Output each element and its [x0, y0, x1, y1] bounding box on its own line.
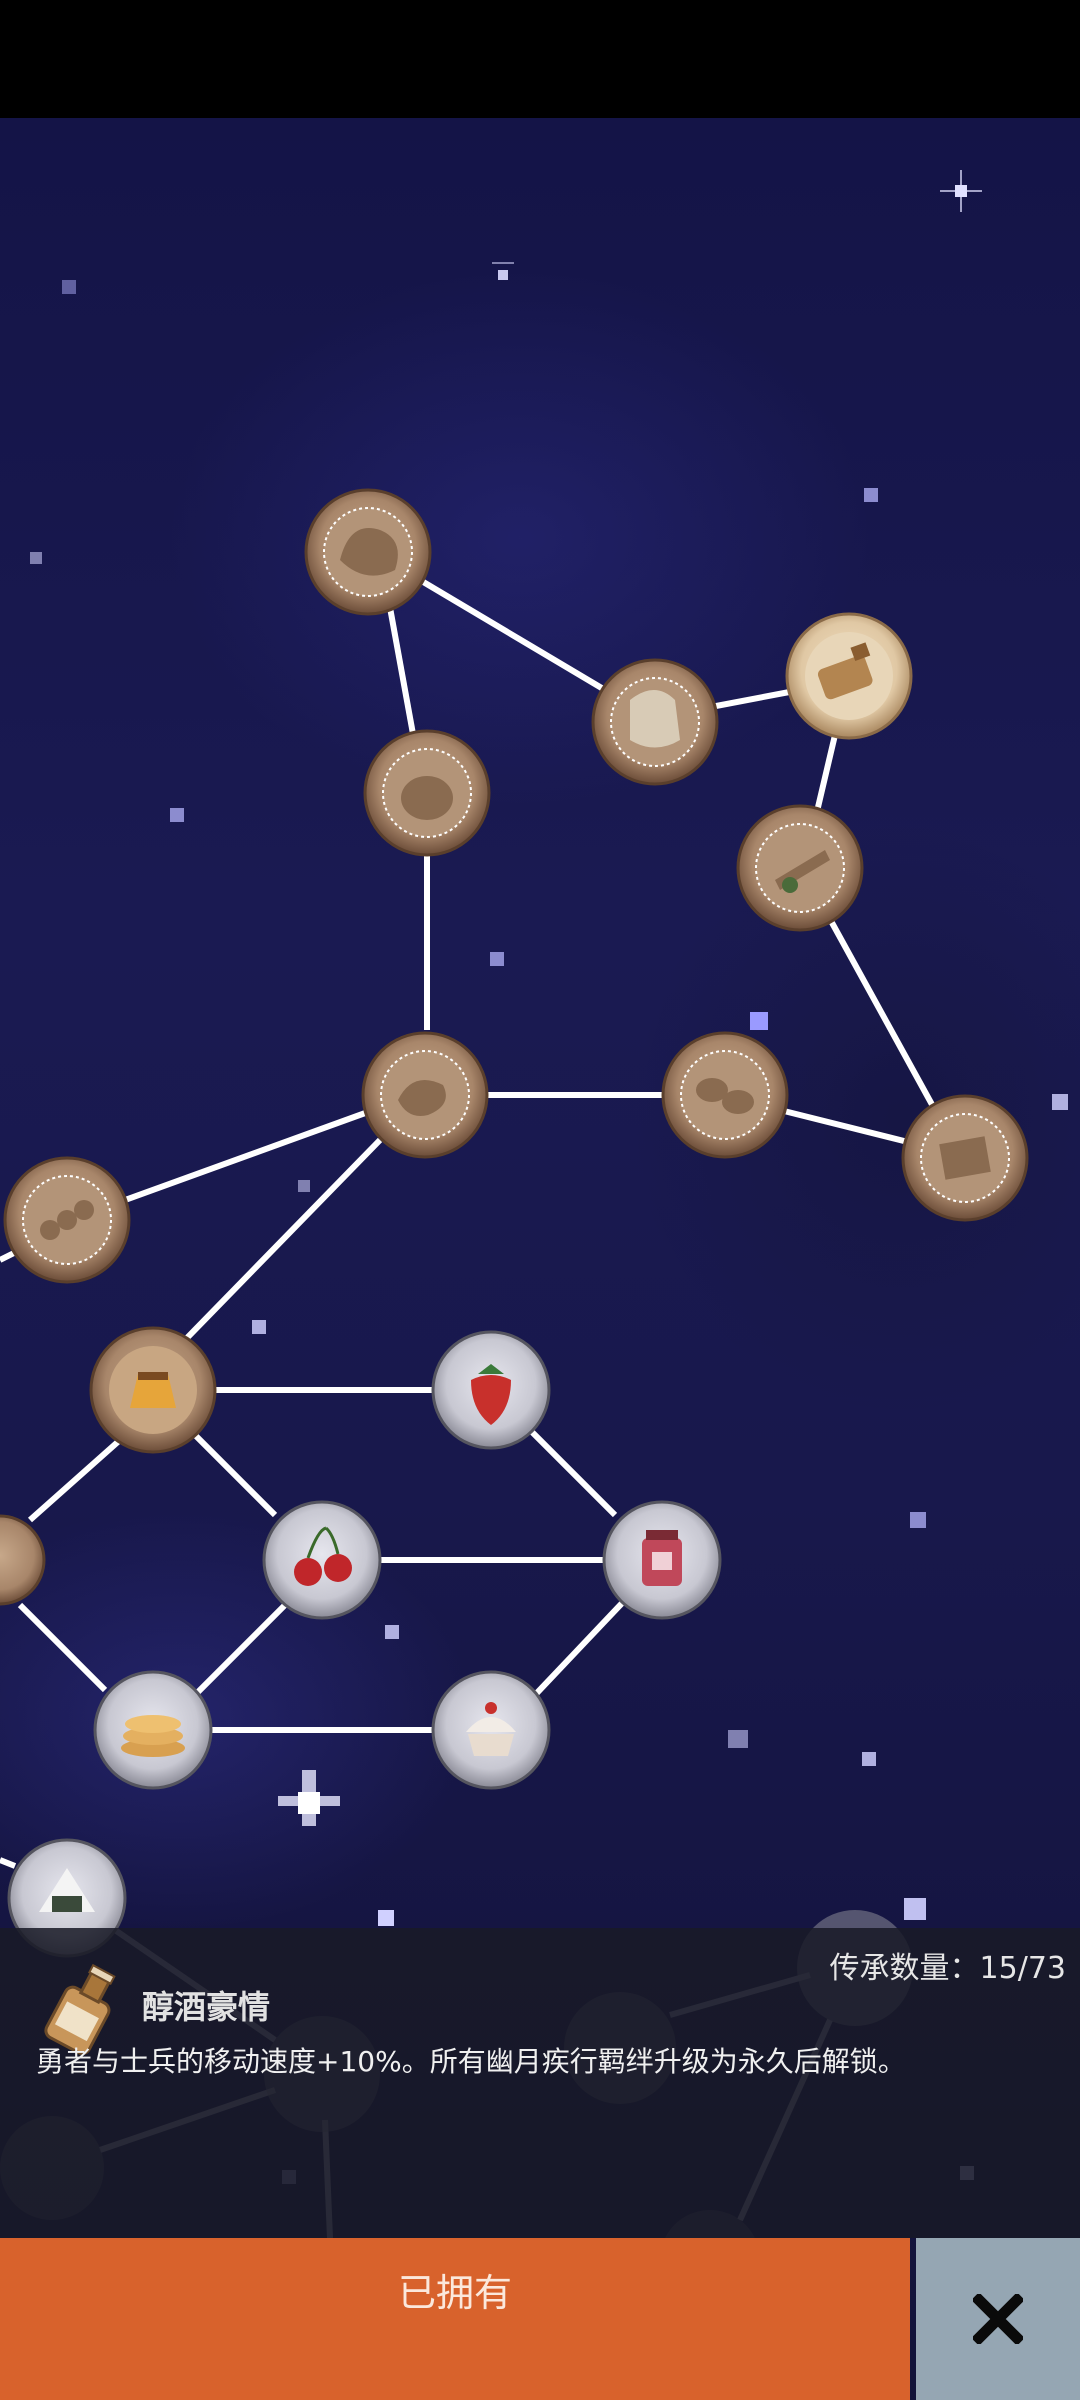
close-x-icon: [973, 2294, 1023, 2344]
owned-button-label: 已拥有: [397, 2271, 512, 2315]
legacy-count-label: 传承数量：: [829, 1951, 980, 1986]
node-pudding[interactable]: [89, 1326, 217, 1454]
node-mushroom-bundle[interactable]: [304, 488, 432, 616]
node-pancakes[interactable]: [93, 1670, 213, 1790]
node-left-edge[interactable]: [0, 1514, 46, 1606]
legacy-count: 传承数量：15/73: [830, 1943, 1066, 1987]
node-roast-meat[interactable]: [361, 1031, 489, 1159]
item-description: 勇者与士兵的移动速度+10%。所有幽月疾行羁绊升级为永久后解锁。: [36, 2045, 906, 2078]
node-strawberry[interactable]: [431, 1330, 551, 1450]
node-cookies[interactable]: [661, 1031, 789, 1159]
node-potato-sack[interactable]: [591, 658, 719, 786]
node-cupcake[interactable]: [431, 1670, 551, 1790]
node-ginseng-root[interactable]: [736, 804, 864, 932]
legacy-count-value: 15/73: [979, 1951, 1066, 1986]
node-liquor-bottle[interactable]: [785, 612, 913, 740]
node-bread-loaf[interactable]: [901, 1094, 1029, 1222]
owned-button[interactable]: 已拥有: [0, 2238, 910, 2400]
node-jam-jar[interactable]: [602, 1500, 722, 1620]
node-cherries[interactable]: [262, 1500, 382, 1620]
close-button[interactable]: [916, 2238, 1080, 2400]
node-skewer[interactable]: [3, 1156, 131, 1284]
node-potato[interactable]: [363, 729, 491, 857]
item-name: 醇酒豪情: [142, 1988, 271, 2026]
